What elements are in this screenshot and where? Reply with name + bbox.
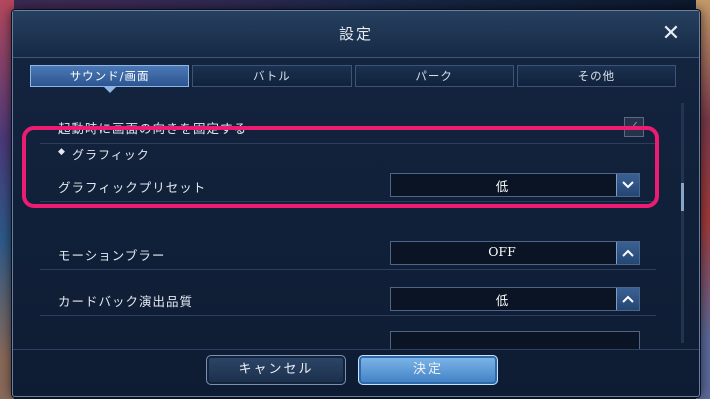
- tab-pointer-icon: [103, 87, 116, 93]
- chevron-up-icon[interactable]: [616, 288, 639, 310]
- tab-battle[interactable]: バトル: [192, 65, 352, 87]
- tab-label: パーク: [415, 69, 453, 83]
- setting-row-card-back: カードバック演出品質 低: [40, 281, 656, 316]
- footer-divider: [13, 349, 699, 350]
- close-icon[interactable]: ✕: [659, 22, 683, 46]
- motion-blur-dropdown[interactable]: OFF: [390, 241, 640, 265]
- diamond-icon: ◆: [58, 147, 66, 157]
- setting-row-partial: [40, 327, 656, 349]
- tab-perk[interactable]: パーク: [354, 65, 514, 87]
- scroll-thumb[interactable]: [681, 183, 684, 211]
- orientation-lock-checkbox[interactable]: ✓: [624, 117, 644, 137]
- cancel-button[interactable]: キャンセル: [206, 355, 346, 385]
- setting-row-motion-blur: モーションブラー OFF: [40, 235, 656, 270]
- partial-dropdown[interactable]: [390, 331, 640, 349]
- section-label: グラフィック: [72, 148, 150, 162]
- setting-row-orientation-lock: 起動時に画面の向きを固定する ✓: [40, 109, 656, 144]
- graphics-preset-dropdown[interactable]: 低: [390, 173, 640, 197]
- confirm-button[interactable]: 決定: [358, 355, 498, 385]
- settings-list: 起動時に画面の向きを固定する ✓ ◆ グラフィック グラフィックプリセット 低 …: [30, 99, 676, 349]
- graphics-section-header: ◆ グラフィック: [40, 141, 656, 167]
- dialog-title: 設定: [338, 25, 373, 43]
- dialog-titlebar: 設定 ✕: [13, 11, 699, 58]
- setting-label: カードバック演出品質: [58, 294, 194, 309]
- dropdown-value: 低: [495, 293, 509, 308]
- tab-other[interactable]: その他: [516, 65, 676, 87]
- tab-label: その他: [577, 69, 616, 83]
- dropdown-value: 低: [495, 179, 509, 194]
- tab-label: バトル: [252, 69, 291, 83]
- settings-dialog: 設定 ✕ サウンド/画面 バトル パーク その他 起動時に画面の向きを固定する …: [12, 10, 700, 397]
- tab-label: サウンド/画面: [69, 69, 150, 83]
- dropdown-value: OFF: [488, 244, 516, 259]
- setting-label: 起動時に画面の向きを固定する: [58, 121, 248, 136]
- scrollbar[interactable]: [681, 103, 684, 343]
- tab-bar: サウンド/画面 バトル パーク その他: [30, 65, 676, 93]
- chevron-up-icon[interactable]: [616, 242, 639, 264]
- setting-row-graphics-preset: グラフィックプリセット 低: [40, 167, 656, 202]
- card-back-dropdown[interactable]: 低: [390, 287, 640, 311]
- setting-label: グラフィックプリセット: [58, 180, 207, 195]
- chevron-down-icon[interactable]: [616, 174, 639, 196]
- setting-label: モーションブラー: [58, 248, 166, 263]
- tab-sound-screen[interactable]: サウンド/画面: [30, 65, 190, 93]
